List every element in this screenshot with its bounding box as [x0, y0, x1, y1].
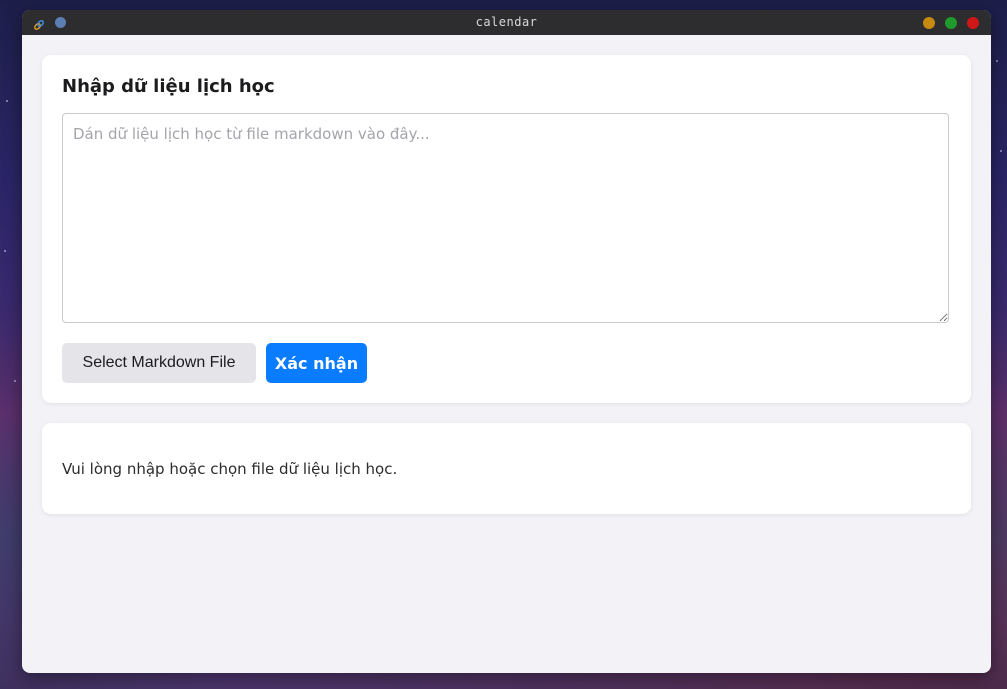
input-card-title: Nhập dữ liệu lịch học	[62, 76, 275, 97]
main-content: Nhập dữ liệu lịch học Select Markdown Fi…	[22, 35, 991, 673]
wallpaper-star	[996, 60, 998, 62]
title-bar[interactable]: calendar	[22, 10, 991, 35]
select-markdown-file-button[interactable]: Select Markdown File	[62, 343, 256, 383]
wallpaper-star	[6, 100, 8, 102]
wallpaper-star	[1000, 150, 1002, 152]
app-window: calendar Nhập dữ liệu lịch học Select Ma…	[22, 10, 991, 673]
wallpaper-star	[14, 380, 16, 382]
wallpaper-star	[4, 250, 6, 252]
maximize-button[interactable]	[945, 17, 957, 29]
result-card: Vui lòng nhập hoặc chọn file dữ liệu lịc…	[42, 423, 971, 514]
window-title: calendar	[475, 15, 538, 29]
confirm-button[interactable]: Xác nhận	[266, 343, 367, 383]
empty-state-message: Vui lòng nhập hoặc chọn file dữ liệu lịc…	[62, 460, 398, 478]
input-card: Nhập dữ liệu lịch học Select Markdown Fi…	[42, 55, 971, 403]
close-button[interactable]	[967, 17, 979, 29]
schedule-markdown-input[interactable]	[62, 113, 949, 323]
minimize-button[interactable]	[923, 17, 935, 29]
